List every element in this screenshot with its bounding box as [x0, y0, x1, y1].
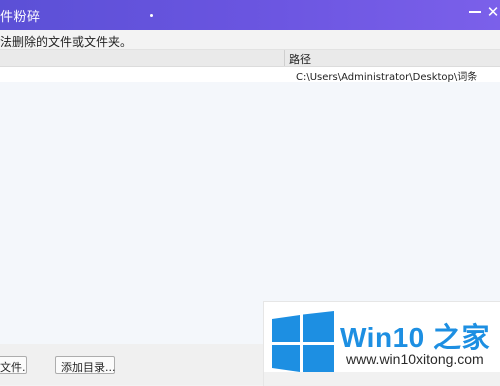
list-item[interactable]: C:\Users\Administrator\Desktop\词条: [0, 67, 500, 83]
add-directory-button[interactable]: 添加目录...: [55, 356, 116, 374]
description-text: 法删除的文件或文件夹。: [0, 35, 133, 49]
watermark-title: Win10 之家: [340, 322, 490, 353]
window-title: 件粉碎: [0, 10, 41, 25]
watermark-strip: [264, 372, 500, 386]
list-header: 路径: [0, 50, 500, 67]
dot-icon: [150, 14, 153, 17]
column-header-path[interactable]: 路径: [289, 51, 311, 67]
close-icon[interactable]: ✕: [486, 3, 500, 21]
column-divider[interactable]: [284, 50, 285, 66]
watermark: Win10 之家 www.win10xitong.com: [263, 301, 500, 386]
minimize-icon[interactable]: [468, 3, 482, 21]
title-bar: 件粉碎 ✕: [0, 0, 500, 30]
windows-logo-icon: [272, 311, 334, 377]
list-item-path: C:\Users\Administrator\Desktop\词条: [296, 72, 478, 83]
watermark-url: www.win10xitong.com: [346, 351, 484, 367]
add-files-button[interactable]: 文件...: [0, 356, 27, 374]
